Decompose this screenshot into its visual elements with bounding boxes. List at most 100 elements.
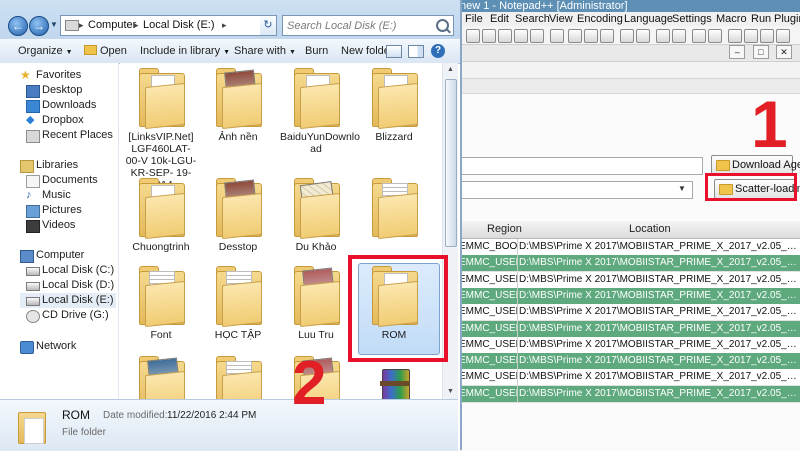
maximize-icon[interactable]: □ — [752, 45, 769, 59]
nav-local-disk-e[interactable]: Local Disk (E:) — [20, 293, 116, 308]
preview-pane-icon[interactable] — [408, 45, 424, 58]
explorer-chrome: ← → ▼ ▸ Computer ▸ Local Disk (E:) ▸ ▼ ↻… — [0, 0, 460, 65]
cell-location: D:\MBS\Prime X 2017\MOBIISTAR_PRIME_X_20… — [519, 289, 800, 301]
include-in-library-button[interactable]: Include in library ▼ — [140, 39, 230, 65]
sync-scroll-icon[interactable] — [728, 29, 742, 43]
undo-icon[interactable] — [620, 29, 634, 43]
save-icon[interactable] — [498, 29, 512, 43]
table-row[interactable]: EMMC_USER D:\MBS\Prime X 2017\MOBIISTAR_P… — [459, 320, 800, 338]
menu-run[interactable]: Run — [751, 12, 771, 26]
help-icon[interactable]: ? — [431, 44, 445, 58]
table-row[interactable]: EMMC_USER D:\MBS\Prime X 2017\MOBIISTAR_P… — [459, 385, 800, 403]
menu-language[interactable]: Language — [624, 12, 673, 26]
table-row[interactable]: EMMC_USER D:\MBS\Prime X 2017\MOBIISTAR_P… — [459, 287, 800, 305]
notepad-menu-bar: File Edit Search View Encoding Language … — [440, 12, 800, 27]
view-options-icon[interactable] — [386, 45, 402, 58]
cell-region: EMMC_USER — [459, 387, 517, 399]
chevron-down-icon[interactable]: ▼ — [675, 183, 689, 195]
scatter-file-dropdown[interactable] — [461, 181, 693, 199]
column-divider — [517, 336, 518, 353]
table-row[interactable]: EMMC_BOOT_1D:\MBS\Prime X 2017\MOBIISTAR… — [459, 239, 800, 256]
folder-icon — [135, 65, 187, 130]
table-row[interactable]: EMMC_USER D:\MBS\Prime X 2017\MOBIISTAR_P… — [459, 353, 800, 371]
record-macro-icon[interactable] — [760, 29, 774, 43]
column-divider — [517, 353, 518, 370]
disk-drive-icon — [26, 282, 40, 291]
paste-icon[interactable] — [600, 29, 614, 43]
breadcrumb-computer[interactable]: Computer — [88, 16, 136, 35]
menu-search[interactable]: Search — [515, 12, 550, 26]
file-name: Du Khảo — [295, 241, 337, 253]
cell-region: EMMC_USER — [459, 273, 517, 285]
zoom-out-icon[interactable] — [708, 29, 722, 43]
column-header-location[interactable]: Location — [629, 221, 671, 238]
folder-icon — [212, 263, 264, 328]
close-icon[interactable]: ✕ — [776, 45, 792, 59]
replace-icon[interactable] — [672, 29, 686, 43]
table-row[interactable]: EMMC_USER D:\MBS\Prime X 2017\MOBIISTAR_P… — [459, 369, 800, 387]
menu-edit[interactable]: Edit — [490, 12, 509, 26]
scroll-up-icon[interactable]: ▲ — [443, 63, 458, 77]
new-file-icon[interactable] — [466, 29, 480, 43]
menu-settings[interactable]: Settings — [672, 12, 712, 26]
file-name: Blizzard — [375, 131, 413, 143]
column-divider — [517, 255, 518, 272]
details-modified-label: Date modified: — [103, 410, 168, 421]
menu-file[interactable]: File — [465, 12, 483, 26]
table-row[interactable]: EMMC_USER D:\MBS\Prime X 2017\MOBIISTAR_P… — [459, 255, 800, 273]
breadcrumb-chevron-icon[interactable]: ▸ — [79, 16, 84, 35]
scrollbar-thumb[interactable] — [445, 79, 457, 247]
menu-encoding[interactable]: Encoding — [577, 12, 623, 26]
breadcrumb-chevron-icon[interactable]: ▸ — [222, 16, 227, 35]
cut-icon[interactable] — [568, 29, 582, 43]
back-button[interactable]: ← — [8, 16, 28, 36]
scroll-down-icon[interactable]: ▼ — [443, 385, 458, 399]
file-name: Desstop — [218, 241, 258, 253]
burn-button[interactable]: Burn — [305, 39, 328, 63]
organize-button[interactable]: Organize ▼ — [18, 39, 73, 65]
column-header-region[interactable]: Region — [487, 221, 522, 238]
open-button[interactable]: Open — [84, 39, 127, 63]
nav-network-label: Network — [36, 340, 77, 352]
find-icon[interactable] — [656, 29, 670, 43]
details-pane: ROM Date modified: 11/22/2016 2:44 PM Fi… — [0, 399, 458, 451]
print-icon[interactable] — [550, 29, 564, 43]
folder-icon — [290, 263, 342, 328]
forward-button[interactable]: → — [29, 16, 49, 36]
nav-item-label: Local Disk (E:) — [42, 294, 114, 306]
menu-view[interactable]: View — [549, 12, 573, 26]
disk-drive-icon — [26, 297, 40, 306]
table-row[interactable]: EMMC_USER D:\MBS\Prime X 2017\MOBIISTAR_P… — [459, 336, 800, 354]
folder-icon — [84, 45, 97, 55]
table-row[interactable]: EMMC_USER D:\MBS\Prime X 2017\MOBIISTAR_P… — [459, 304, 800, 322]
nav-item-label: Local Disk (D:) — [42, 279, 115, 291]
address-bar[interactable]: ▸ Computer ▸ Local Disk (E:) ▸ ▼ — [60, 15, 315, 36]
cell-region: EMMC_USER — [459, 306, 517, 318]
menu-plugins[interactable]: Plugins — [774, 12, 800, 26]
save-all-icon[interactable] — [514, 29, 528, 43]
close-file-icon[interactable] — [530, 29, 544, 43]
file-name: Ảnh nền — [218, 131, 258, 143]
zoom-in-icon[interactable] — [692, 29, 706, 43]
download-agent-path-field[interactable] — [461, 157, 703, 175]
menu-macro[interactable]: Macro — [716, 12, 747, 26]
chevron-down-icon: ▼ — [223, 49, 231, 56]
folder-icon — [212, 65, 264, 130]
play-macro-icon[interactable] — [776, 29, 790, 43]
nav-item-label: Pictures — [42, 204, 82, 216]
minimize-icon[interactable]: – — [729, 45, 746, 59]
share-with-button[interactable]: Share with ▼ — [234, 39, 296, 65]
refresh-button[interactable]: ↻ — [260, 15, 277, 36]
search-box[interactable] — [282, 15, 454, 36]
word-wrap-icon[interactable] — [744, 29, 758, 43]
open-file-icon[interactable] — [482, 29, 496, 43]
copy-icon[interactable] — [584, 29, 598, 43]
desktop-icon — [26, 85, 40, 98]
history-dropdown[interactable]: ▼ — [50, 18, 58, 32]
breadcrumb-chevron-icon[interactable]: ▸ — [134, 16, 139, 35]
table-row[interactable]: EMMC_USER D:\MBS\Prime X 2017\MOBIISTAR_P… — [459, 271, 800, 289]
breadcrumb-local-disk-e[interactable]: Local Disk (E:) — [143, 16, 215, 35]
redo-icon[interactable] — [636, 29, 650, 43]
search-input[interactable] — [283, 16, 436, 35]
search-icon[interactable] — [436, 19, 449, 32]
